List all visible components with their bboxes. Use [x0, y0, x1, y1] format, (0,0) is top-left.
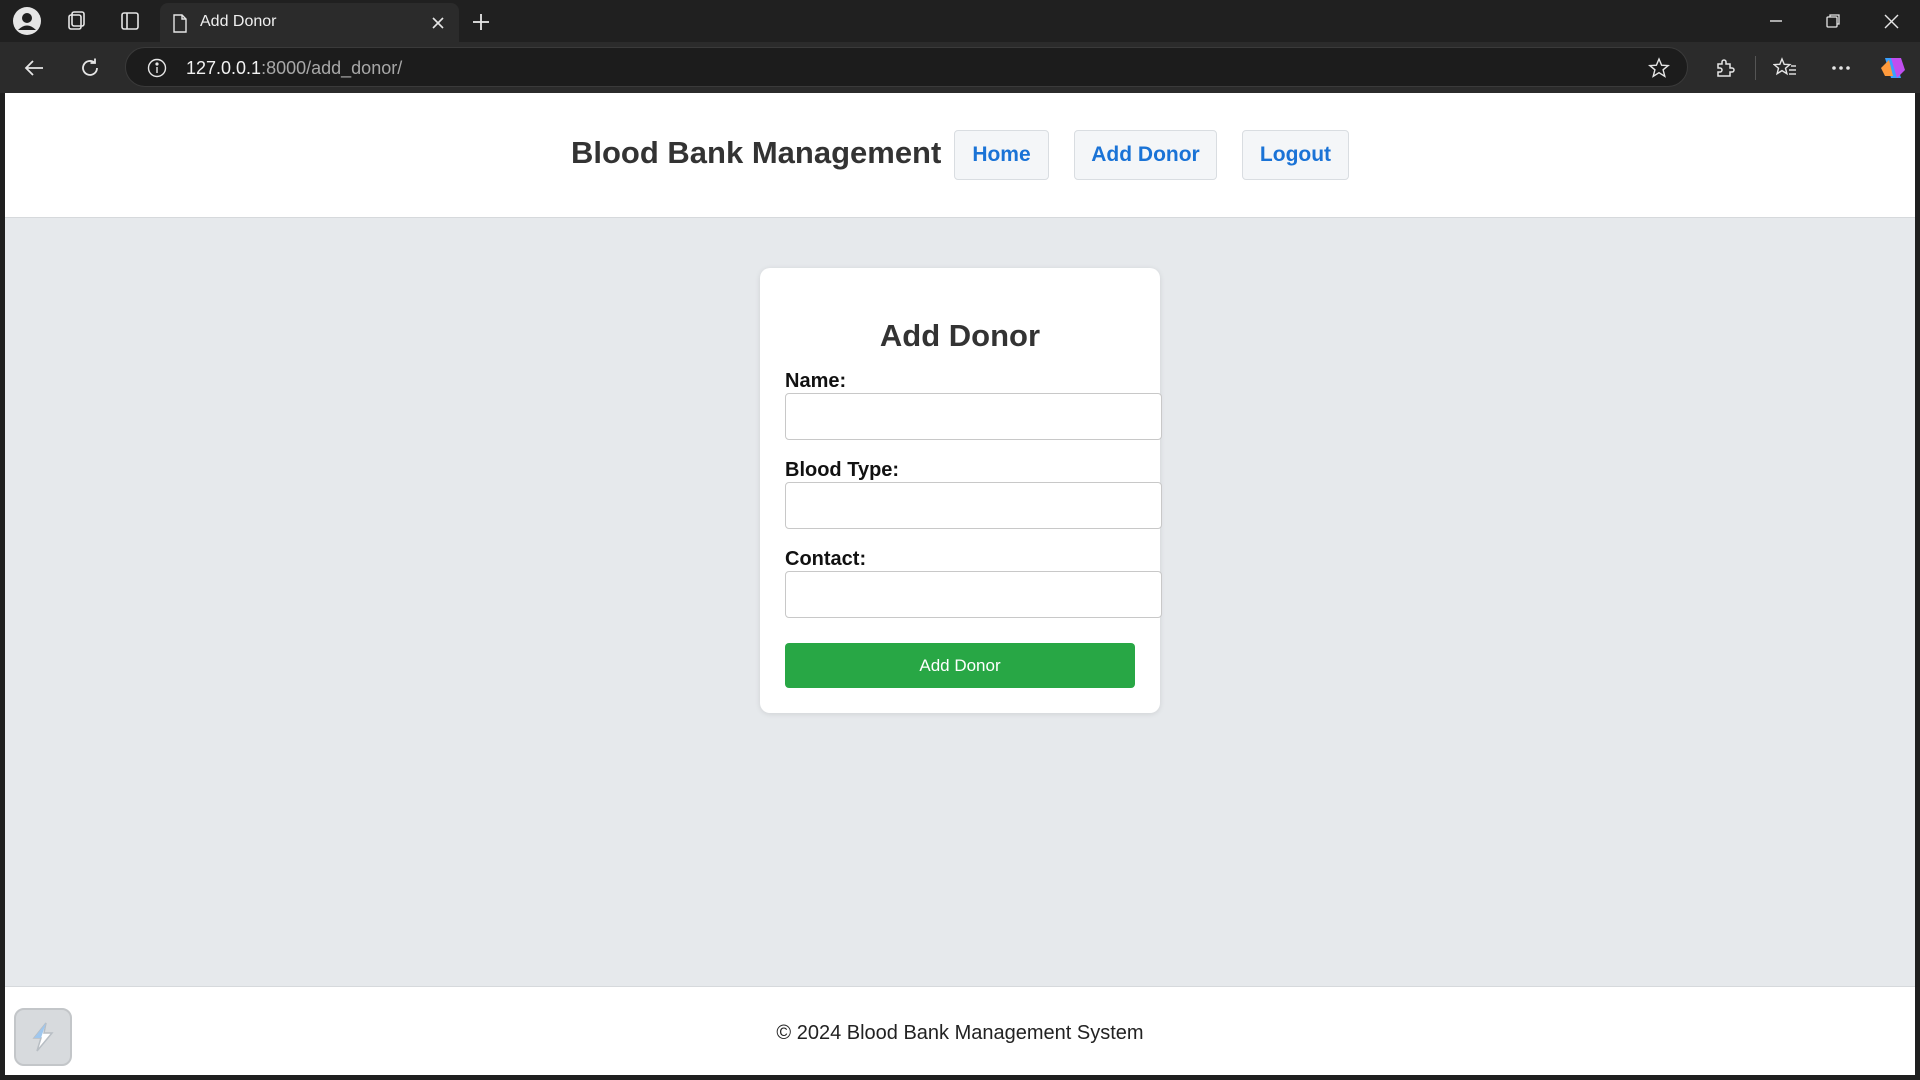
- url-path: :8000/add_donor/: [261, 58, 403, 78]
- toolbar-divider: [1755, 56, 1756, 80]
- copilot-icon[interactable]: [1878, 53, 1908, 83]
- active-tab[interactable]: Add Donor: [160, 3, 459, 42]
- page-icon: [170, 13, 190, 33]
- browser-toolbar: 127.0.0.1:8000/add_donor/: [0, 42, 1920, 93]
- restore-icon[interactable]: [1820, 10, 1846, 32]
- contact-label: Contact:: [785, 548, 867, 570]
- extensions-icon[interactable]: [1712, 55, 1738, 81]
- close-window-icon[interactable]: [1878, 10, 1904, 32]
- name-input[interactable]: [785, 393, 1162, 440]
- workspaces-icon[interactable]: [63, 8, 91, 34]
- close-tab-icon[interactable]: [428, 13, 448, 33]
- site-footer: © 2024 Blood Bank Management System: [5, 986, 1915, 1075]
- address-bar[interactable]: 127.0.0.1:8000/add_donor/: [125, 47, 1688, 87]
- add-donor-form-card: Add Donor Name: Blood Type: Contact: Add…: [760, 268, 1162, 713]
- lightning-icon: [32, 1022, 54, 1052]
- floating-lightning-widget[interactable]: [14, 1008, 72, 1066]
- nav-home-link[interactable]: Home: [954, 130, 1049, 180]
- profile-icon[interactable]: [10, 6, 44, 36]
- blood-type-label: Blood Type:: [785, 459, 900, 481]
- blood-type-input[interactable]: [785, 482, 1162, 529]
- favorite-star-icon[interactable]: [1647, 56, 1671, 80]
- refresh-icon[interactable]: [76, 55, 104, 81]
- browser-tab-strip: Add Donor: [0, 0, 1920, 42]
- site-header: Blood Bank Management Home Add Donor Log…: [5, 93, 1915, 218]
- footer-copyright: © 2024 Blood Bank Management System: [776, 1022, 1144, 1044]
- new-tab-icon[interactable]: [468, 9, 494, 35]
- site-title: Blood Bank Management: [571, 135, 942, 170]
- tab-title: Add Donor: [200, 13, 277, 30]
- tab-actions-icon[interactable]: [116, 8, 144, 34]
- favorites-icon[interactable]: [1771, 55, 1799, 81]
- page-viewport: Blood Bank Management Home Add Donor Log…: [5, 93, 1915, 1075]
- nav-logout-link[interactable]: Logout: [1242, 130, 1349, 180]
- form-heading: Add Donor: [879, 318, 1041, 353]
- site-info-icon[interactable]: [146, 57, 168, 79]
- minimize-icon[interactable]: [1763, 10, 1789, 32]
- more-options-icon[interactable]: [1827, 55, 1855, 81]
- url-host: 127.0.0.1: [186, 58, 262, 78]
- url-text: 127.0.0.1:8000/add_donor/: [186, 58, 402, 79]
- add-donor-submit-button[interactable]: Add Donor: [785, 643, 1135, 688]
- nav-add-donor-link[interactable]: Add Donor: [1074, 130, 1217, 180]
- name-label: Name:: [785, 370, 847, 392]
- contact-input[interactable]: [785, 571, 1162, 618]
- back-icon[interactable]: [20, 55, 48, 81]
